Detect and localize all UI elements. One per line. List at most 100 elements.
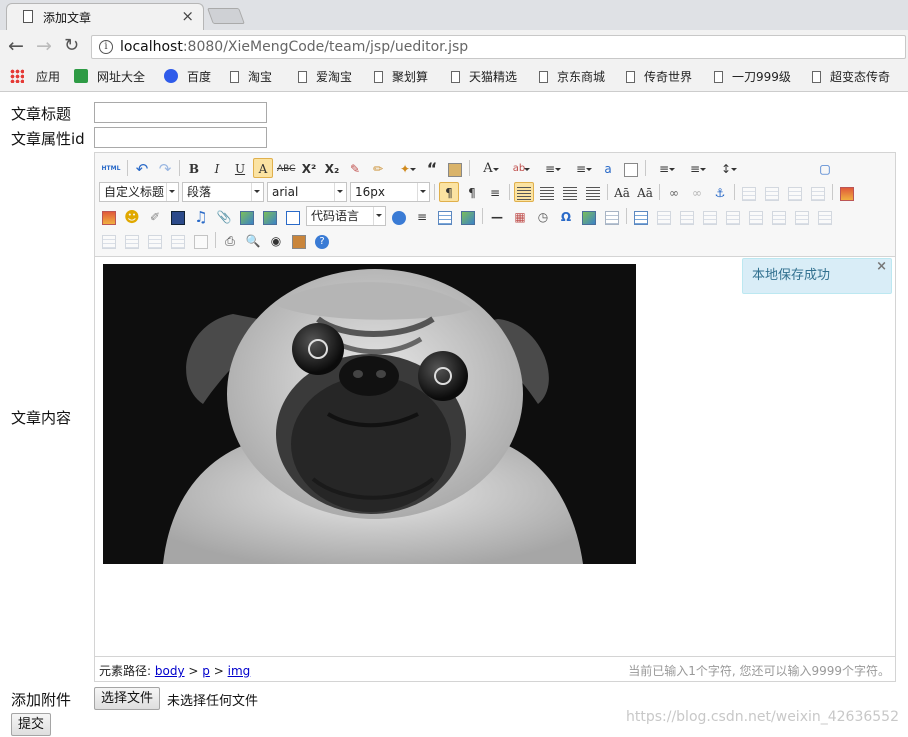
split-to-rows-icon[interactable] [145, 230, 165, 250]
submit-button[interactable]: 提交 [11, 713, 52, 736]
bookmark-item[interactable]: 传奇世界 [626, 68, 692, 85]
fullscreen-icon[interactable]: ▢ [815, 158, 835, 178]
select-all-icon[interactable]: a [598, 158, 618, 178]
attachment-icon[interactable]: 📎 [214, 206, 234, 226]
attr-id-input[interactable] [94, 127, 267, 148]
custom-title-select[interactable]: 自定义标题 [99, 182, 179, 202]
align-right-icon[interactable] [560, 182, 580, 202]
font-color-icon[interactable]: A [474, 158, 502, 178]
insert-frame-icon[interactable] [283, 206, 303, 226]
date-icon[interactable]: ▦ [510, 206, 530, 226]
insert-image-icon[interactable] [99, 206, 119, 226]
superscript-icon[interactable]: X² [299, 158, 319, 178]
map-icon[interactable] [237, 206, 257, 226]
auto-typeset-icon[interactable]: ✦ [391, 158, 419, 178]
address-bar[interactable]: i localhost:8080/XieMengCode/team/jsp/ue… [91, 35, 906, 59]
special-char-icon[interactable]: Ω [556, 206, 576, 226]
row-spacing-bottom-icon[interactable]: ≡ [681, 158, 709, 178]
bookmark-item[interactable]: 淘宝 [230, 68, 272, 85]
delete-col-icon[interactable] [769, 206, 789, 226]
emotion-icon[interactable]: ☻ [122, 206, 142, 226]
forward-arrow-icon[interactable]: → [36, 36, 52, 56]
url-text[interactable]: localhost:8080/XieMengCode/team/jsp/uedi… [120, 39, 468, 55]
bookmark-item[interactable]: 聚划算 [374, 68, 428, 85]
preview-icon[interactable]: 🔍 [243, 230, 263, 250]
insert-table-icon[interactable] [631, 206, 651, 226]
scrawl-icon[interactable]: ✐ [145, 206, 165, 226]
delete-table-icon[interactable] [654, 206, 674, 226]
merge-right-icon[interactable] [815, 206, 835, 226]
background-icon[interactable] [458, 206, 478, 226]
wordimage-icon[interactable] [579, 206, 599, 226]
paste-plain-icon[interactable] [445, 158, 465, 178]
gmap-icon[interactable] [260, 206, 280, 226]
blockquote-icon[interactable]: “ [422, 158, 442, 178]
rtl-direction-icon[interactable]: ¶ [462, 182, 482, 202]
align-justify-icon[interactable] [583, 182, 603, 202]
image-none-icon[interactable] [739, 182, 759, 202]
pagebreak-icon[interactable]: ≡ [412, 206, 432, 226]
path-body-link[interactable]: body [155, 664, 185, 678]
redo-icon[interactable]: ↷ [155, 158, 175, 178]
ordered-list-icon[interactable]: ≡ [536, 158, 564, 178]
underline-icon[interactable]: U [230, 158, 250, 178]
bookmark-item[interactable]: 一刀999级 [714, 68, 791, 85]
bookmark-item[interactable]: 百度 [164, 68, 211, 85]
strikethrough-icon[interactable]: ABC [276, 158, 296, 178]
pug-image[interactable] [103, 264, 636, 564]
italic-icon[interactable]: I [207, 158, 227, 178]
unlink-icon[interactable]: ∞ [687, 182, 707, 202]
bookmark-item[interactable]: 爱淘宝 [298, 68, 352, 85]
split-to-cols-icon[interactable] [168, 230, 188, 250]
search-replace-icon[interactable]: ◉ [266, 230, 286, 250]
path-p-link[interactable]: p [202, 664, 210, 678]
insert-paragraph-before-table-icon[interactable] [677, 206, 697, 226]
merge-down-icon[interactable] [99, 230, 119, 250]
clear-doc-icon[interactable] [621, 158, 641, 178]
toast-close-icon[interactable]: × [876, 250, 887, 284]
reload-icon[interactable]: ↻ [64, 36, 79, 56]
insert-col-icon[interactable] [746, 206, 766, 226]
background-color-icon[interactable]: ab [505, 158, 533, 178]
image-center-icon[interactable] [808, 182, 828, 202]
webapp-icon[interactable] [389, 206, 409, 226]
image-left-icon[interactable] [762, 182, 782, 202]
to-upper-icon[interactable]: Aā [612, 182, 632, 202]
new-tab-button[interactable] [207, 8, 245, 24]
paragraph-select[interactable]: 段落 [182, 182, 264, 202]
info-icon[interactable]: i [99, 40, 113, 54]
browser-tab[interactable]: 添加文章 × [6, 3, 204, 30]
source-html-button[interactable]: HTML [99, 158, 123, 178]
align-left-icon[interactable] [514, 182, 534, 202]
subscript-icon[interactable]: X₂ [322, 158, 342, 178]
bookmark-item[interactable]: 京东商城 [539, 68, 605, 85]
code-language-select[interactable]: 代码语言 [306, 206, 386, 226]
font-size-select[interactable]: 16px [350, 182, 430, 202]
simple-upload-icon[interactable] [837, 182, 857, 202]
row-spacing-top-icon[interactable]: ≡ [650, 158, 678, 178]
link-icon[interactable]: ∞ [664, 182, 684, 202]
undo-icon[interactable]: ↶ [132, 158, 152, 178]
ltr-direction-icon[interactable]: ¶ [439, 182, 459, 202]
template-icon[interactable] [435, 206, 455, 226]
time-icon[interactable]: ◷ [533, 206, 553, 226]
font-border-icon[interactable]: A [253, 158, 273, 178]
choose-file-button[interactable]: 选择文件 [94, 687, 161, 710]
insert-video-icon[interactable] [168, 206, 188, 226]
insert-row-icon[interactable] [700, 206, 720, 226]
horizontal-rule-icon[interactable]: — [487, 206, 507, 226]
help-icon[interactable]: ? [312, 230, 332, 250]
anchor-icon[interactable]: ⚓ [710, 182, 730, 202]
bold-icon[interactable]: B [184, 158, 204, 178]
title-input[interactable] [94, 102, 267, 123]
indent-icon[interactable]: ≡ [485, 182, 505, 202]
close-tab-icon[interactable]: × [181, 7, 194, 25]
eraser-icon[interactable]: ✎ [345, 158, 365, 178]
split-to-cells-icon[interactable] [122, 230, 142, 250]
editor-content[interactable]: 本地保存成功 × [95, 258, 895, 656]
back-arrow-icon[interactable]: ← [8, 36, 24, 56]
snapscreen-icon[interactable] [602, 206, 622, 226]
print-icon[interactable]: ⎙ [220, 230, 240, 250]
to-lower-icon[interactable]: Aā [635, 182, 655, 202]
merge-cells-icon[interactable] [792, 206, 812, 226]
